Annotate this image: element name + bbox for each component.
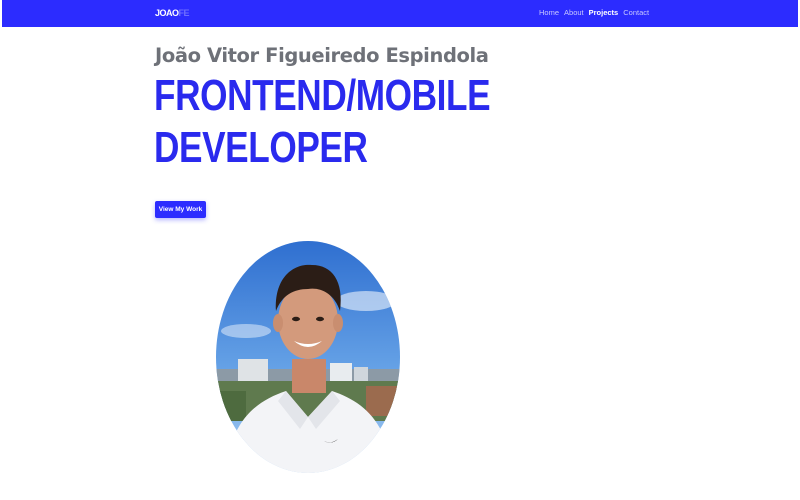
hero-role-line1: FRONTEND/MOBILE — [154, 71, 491, 120]
hero-role-line2: DEVELOPER — [154, 123, 368, 172]
nav-link-projects[interactable]: Projects — [589, 8, 619, 18]
nav-link-about[interactable]: About — [564, 8, 584, 18]
hero-name: João Vitor Figueiredo Espindola — [155, 44, 489, 67]
nav-links: Home About Projects Contact — [539, 8, 649, 18]
navbar: JOAOFE Home About Projects Contact — [2, 0, 798, 27]
brand-logo[interactable]: JOAOFE — [155, 8, 190, 19]
nav-link-contact[interactable]: Contact — [623, 8, 649, 18]
profile-photo-illustration — [216, 241, 400, 473]
nav-link-home[interactable]: Home — [539, 8, 559, 18]
brand-suffix: FE — [178, 8, 190, 18]
view-my-work-button[interactable]: View My Work — [155, 201, 206, 218]
hero-role: FRONTEND/MOBILE DEVELOPER — [154, 70, 491, 174]
brand-main: JOAO — [155, 8, 179, 18]
profile-photo — [216, 241, 400, 473]
